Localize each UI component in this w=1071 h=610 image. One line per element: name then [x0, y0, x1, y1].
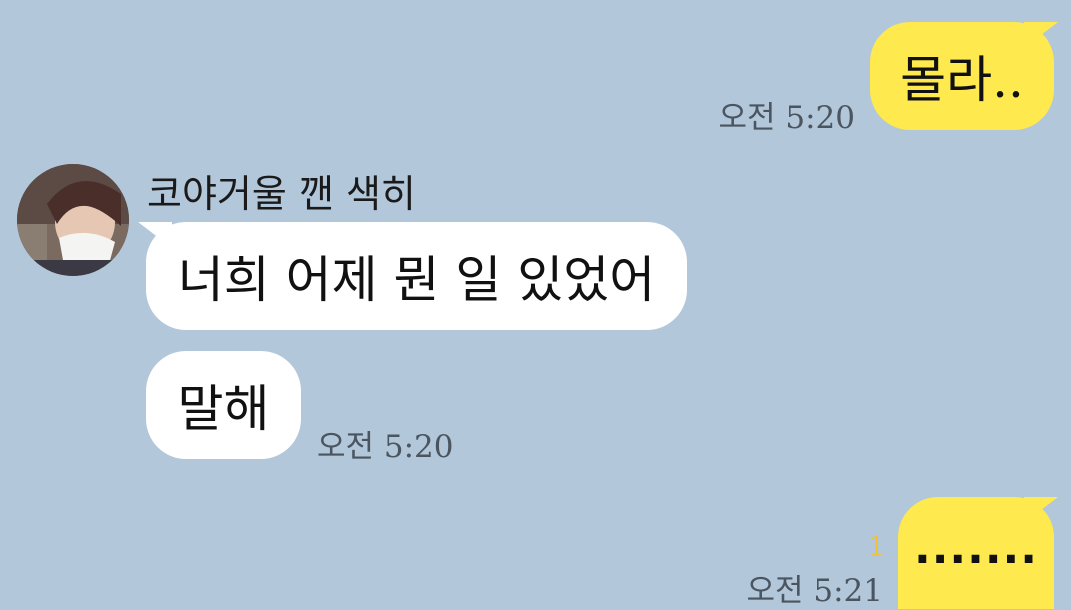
message-text: ....... [913, 522, 1038, 574]
message-timestamp: 오전 5:20 [718, 100, 855, 136]
my-message-bubble[interactable]: 몰라.. [870, 22, 1054, 130]
profile-photo-icon [17, 164, 129, 276]
message-text: 말해 [177, 380, 270, 438]
their-message-bubble[interactable]: 너희 어제 뭔 일 있었어 [146, 222, 687, 330]
unread-count: 1 [868, 532, 886, 563]
my-message-bubble[interactable]: ....... [898, 497, 1054, 609]
message-timestamp: 오전 5:21 [746, 573, 883, 609]
chat-room: 몰라.. 오전 5:20 코야거울 깬 색히 너희 어제 뭔 일 있었어 말해 … [0, 0, 1071, 609]
sender-name: 코야거울 깬 색히 [147, 172, 416, 216]
message-text: 너희 어제 뭔 일 있었어 [177, 251, 656, 309]
their-message-bubble[interactable]: 말해 [146, 351, 301, 459]
message-text: 몰라.. [900, 51, 1024, 109]
message-timestamp: 오전 5:20 [317, 429, 454, 465]
avatar[interactable] [17, 164, 129, 276]
